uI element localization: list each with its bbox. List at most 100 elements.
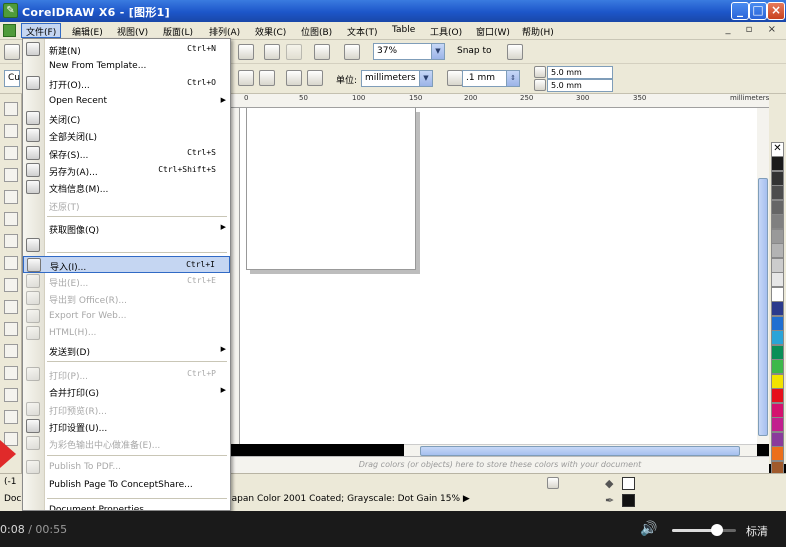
application-launcher-icon[interactable] [314,44,330,60]
menu-help[interactable]: 帮助(H) [518,24,558,39]
vertical-ruler[interactable] [231,108,240,444]
zoom-levels-combo[interactable]: 37% ▼ [373,43,445,60]
menu-tools[interactable]: 工具(O) [426,24,466,39]
volume-slider-knob[interactable] [710,524,723,536]
palette-swatch[interactable] [771,315,784,331]
welcome-screen-icon[interactable] [344,44,360,60]
pick-tool-icon[interactable] [4,102,18,116]
file-menu-item[interactable]: 新建(N) Ctrl+N [23,41,230,58]
current-page-icon[interactable] [307,70,323,86]
portrait-icon[interactable] [238,70,254,86]
maximize-button[interactable]: □ [749,2,767,20]
document-page[interactable] [246,108,416,270]
shape-tool-icon[interactable] [4,124,18,138]
palette-swatch[interactable] [771,373,784,389]
file-menu-item[interactable] [23,237,230,254]
file-menu-item[interactable]: Document Properties... [23,502,230,510]
volume-icon[interactable]: 🔊 [640,521,657,537]
file-menu-item[interactable]: 另存为(A)... Ctrl+Shift+S [23,162,230,179]
new-icon[interactable] [4,44,20,60]
landscape-icon[interactable] [259,70,275,86]
horizontal-scroll-thumb[interactable] [420,446,740,456]
units-combo[interactable]: millimeters ▼ [361,70,433,87]
horizontal-ruler[interactable]: 0 50 100 150 200 250 300 350 millimeters [231,94,769,108]
mdi-window-buttons[interactable]: _ ▫ × [725,24,782,35]
palette-swatch[interactable] [771,446,784,461]
table-tool-icon[interactable] [4,344,18,358]
duplicate-x-field[interactable]: 5.0 mm [547,66,613,79]
file-menu-item[interactable]: 导入(I)... Ctrl+I [23,256,230,273]
vertical-scrollbar[interactable] [757,108,769,444]
palette-swatch[interactable] [771,330,784,345]
freehand-tool-icon[interactable] [4,190,18,204]
palette-swatch[interactable] [771,272,784,287]
palette-swatch[interactable] [771,417,784,432]
palette-swatch[interactable] [771,170,784,186]
nudge-distance-field[interactable]: .1 mm ⇕ [462,70,520,87]
file-menu-item[interactable]: 打开(O)... Ctrl+O [23,75,230,92]
palette-swatch[interactable] [771,344,784,360]
text-tool-icon[interactable] [4,322,18,336]
palette-swatch[interactable] [771,185,784,200]
palette-swatch[interactable] [771,402,784,418]
palette-swatch[interactable] [771,243,784,258]
menu-effects[interactable]: 效果(C) [251,24,290,39]
palette-swatch[interactable] [771,431,784,447]
menu-bitmaps[interactable]: 位图(B) [297,24,336,39]
file-menu-item[interactable]: Publish Page To ConceptShare... [23,477,230,494]
palette-swatch[interactable] [771,214,784,229]
smart-fill-tool-icon[interactable] [4,212,18,226]
zoom-tool-icon[interactable] [4,168,18,182]
snap-options-icon[interactable] [507,44,523,60]
menu-arrange[interactable]: 排列(A) [205,24,244,39]
no-color-swatch[interactable]: ✕ [771,142,784,157]
palette-swatch[interactable] [771,301,784,316]
file-menu-item[interactable]: 发送到(D) ▶ [23,342,230,359]
interactive-tool-icon[interactable] [4,410,18,424]
menu-layout[interactable]: 版面(L) [159,24,197,39]
color-proof-icon[interactable] [547,477,559,489]
menu-view[interactable]: 视图(V) [113,24,152,39]
palette-swatch[interactable] [771,228,784,244]
document-palette-bar[interactable]: Drag colors (or objects) here to store t… [231,456,769,473]
file-menu-item[interactable]: New From Template... [23,58,230,75]
dimension-tool-icon[interactable] [4,366,18,380]
connector-tool-icon[interactable] [4,388,18,402]
outline-color-swatch[interactable] [622,494,635,507]
file-menu-item[interactable]: 获取图像(Q) ▶ [23,220,230,237]
file-menu-item[interactable]: 文档信息(M)... [23,179,230,196]
palette-swatch[interactable] [771,286,784,302]
duplicate-y-field[interactable]: 5.0 mm [547,79,613,92]
file-menu-item[interactable]: 全部关闭(L) [23,127,230,144]
menu-edit[interactable]: 编辑(E) [68,24,107,39]
paper-type-combo[interactable]: Cu [4,70,20,87]
palette-swatch[interactable] [771,359,784,374]
close-button[interactable]: × [767,2,785,20]
palette-swatch[interactable] [771,156,784,171]
minimize-button[interactable]: _ [731,2,749,20]
snap-to-button[interactable]: Snap to [457,46,492,56]
menu-window[interactable]: 窗口(W) [472,24,514,39]
palette-swatch[interactable] [771,257,784,273]
file-menu-item[interactable]: 保存(S)... Ctrl+S [23,145,230,162]
launcher-icon[interactable] [238,44,254,60]
menu-text[interactable]: 文本(T) [343,24,382,39]
file-menu-item[interactable]: Open Recent ▶ [23,93,230,110]
file-menu-item[interactable]: 打印设置(U)... [23,418,230,435]
menu-table[interactable]: Table [388,24,419,39]
ellipse-tool-icon[interactable] [4,256,18,270]
file-menu-item[interactable]: 关闭(C) [23,110,230,127]
menu-file[interactable]: 文件(F) [21,23,62,38]
vertical-scroll-thumb[interactable] [758,178,768,436]
fill-none-swatch[interactable] [622,477,635,490]
file-menu-item[interactable]: 合并打印(G) ▶ [23,383,230,400]
all-pages-icon[interactable] [286,70,302,86]
palette-swatch[interactable] [771,388,784,403]
basic-shapes-tool-icon[interactable] [4,300,18,314]
horizontal-scrollbar[interactable] [404,444,757,456]
crop-tool-icon[interactable] [4,146,18,160]
quality-selector[interactable]: 标清 [746,523,768,539]
polygon-tool-icon[interactable] [4,278,18,292]
export-toolbar-icon[interactable] [286,44,302,60]
color-profile-info[interactable]: Japan Color 2001 Coated; Grayscale: Dot … [229,494,470,504]
